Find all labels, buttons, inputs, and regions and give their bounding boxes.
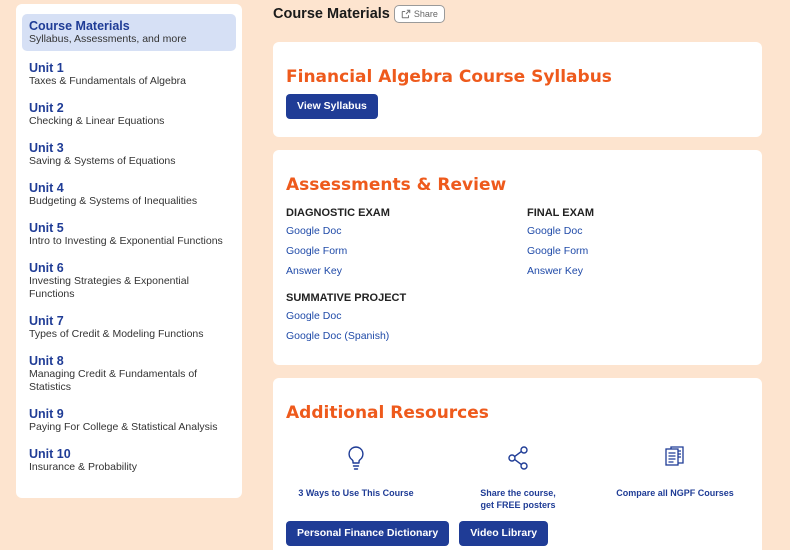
sidebar-item-unit-7[interactable]: Unit 7 Types of Credit & Modeling Functi… [22,311,236,344]
summative-google-doc-spanish-link[interactable]: Google Doc (Spanish) [286,330,406,342]
diagnostic-google-doc-link[interactable]: Google Doc [286,225,390,237]
personal-finance-dictionary-button[interactable]: Personal Finance Dictionary [286,521,450,546]
final-google-form-link[interactable]: Google Form [527,245,594,257]
sidebar-item-unit-5[interactable]: Unit 5 Intro to Investing & Exponential … [22,218,236,251]
sidebar-item-title: Unit 2 [29,101,64,115]
sidebar-item-title: Unit 4 [29,181,64,195]
assessments-card: Assessments & Review DIAGNOSTIC EXAM Goo… [273,150,762,365]
diagnostic-exam-heading: DIAGNOSTIC EXAM [286,207,390,219]
share-course-label-line2: get FREE posters [480,500,556,510]
sidebar-item-subtitle: Saving & Systems of Equations [29,155,176,167]
sidebar-item-subtitle: Checking & Linear Equations [29,115,165,127]
syllabus-card: Financial Algebra Course Syllabus View S… [273,42,762,137]
sidebar-item-unit-4[interactable]: Unit 4 Budgeting & Systems of Inequaliti… [22,178,236,211]
summative-project-group: SUMMATIVE PROJECT Google Doc Google Doc … [286,292,406,350]
documents-icon [665,446,684,466]
external-link-icon [401,9,411,19]
sidebar-item-title: Unit 10 [29,447,71,461]
final-exam-group: FINAL EXAM Google Doc Google Form Answer… [527,207,594,285]
share-label: Share [413,9,438,19]
assessments-title: Assessments & Review [286,175,507,195]
share-course-link[interactable]: Share the course, get FREE posters [453,445,583,511]
page-header: Course Materials Share [273,3,445,25]
sidebar-item-subtitle: Taxes & Fundamentals of Algebra [29,75,187,87]
sidebar-item-subtitle: Paying For College & Statistical Analysi… [29,421,218,433]
compare-courses-label: Compare all NGPF Courses [616,488,734,498]
sidebar-item-subtitle: Types of Credit & Modeling Functions [29,328,204,340]
sidebar-item-unit-9[interactable]: Unit 9 Paying For College & Statistical … [22,404,236,437]
sidebar-item-subtitle: Insurance & Probability [29,461,137,473]
sidebar-item-title: Unit 8 [29,354,64,368]
share-button[interactable]: Share [393,5,445,23]
sidebar-item-title: Course Materials [29,19,130,33]
syllabus-title: Financial Algebra Course Syllabus [286,67,612,87]
sidebar-item-subtitle: Budgeting & Systems of Inequalities [29,195,198,207]
sidebar-item-title: Unit 5 [29,221,64,235]
diagnostic-google-form-link[interactable]: Google Form [286,245,390,257]
lightbulb-icon [348,446,364,470]
sidebar-item-subtitle: Managing Credit & Fundamentals of Statis… [29,368,198,393]
sidebar-item-unit-8[interactable]: Unit 8 Managing Credit & Fundamentals of… [22,351,236,397]
sidebar-item-unit-10[interactable]: Unit 10 Insurance & Probability [22,444,236,477]
sidebar-item-subtitle: Investing Strategies & Exponential Funct… [29,275,189,300]
ways-to-use-label: 3 Ways to Use This Course [298,488,414,498]
ways-to-use-course-link[interactable]: 3 Ways to Use This Course [286,445,426,499]
final-google-doc-link[interactable]: Google Doc [527,225,594,237]
sidebar-item-title: Unit 1 [29,61,64,75]
diagnostic-exam-group: DIAGNOSTIC EXAM Google Doc Google Form A… [286,207,390,285]
compare-courses-link[interactable]: Compare all NGPF Courses [600,445,750,499]
sidebar-item-title: Unit 3 [29,141,64,155]
sidebar-item-title: Unit 9 [29,407,64,421]
resources-card: Additional Resources 3 Ways to Use This … [273,378,762,550]
sidebar-item-title: Unit 6 [29,261,64,275]
sidebar-item-subtitle: Intro to Investing & Exponential Functio… [29,235,223,247]
final-exam-heading: FINAL EXAM [527,207,595,219]
diagnostic-answer-key-link[interactable]: Answer Key [286,265,390,277]
sidebar-item-subtitle: Syllabus, Assessments, and more [29,33,187,45]
share-icon [508,446,528,470]
sidebar-item-unit-2[interactable]: Unit 2 Checking & Linear Equations [22,98,236,131]
view-syllabus-button[interactable]: View Syllabus [286,94,378,119]
sidebar-item-title: Unit 7 [29,314,64,328]
final-answer-key-link[interactable]: Answer Key [527,265,594,277]
resource-buttons: Personal Finance Dictionary Video Librar… [286,521,549,546]
summative-project-heading: SUMMATIVE PROJECT [286,292,407,304]
resources-title: Additional Resources [286,403,489,423]
video-library-button[interactable]: Video Library [459,521,549,546]
sidebar: Course Materials Syllabus, Assessments, … [16,4,242,498]
sidebar-item-course-materials[interactable]: Course Materials Syllabus, Assessments, … [22,14,236,51]
page-title: Course Materials [273,6,390,22]
sidebar-item-unit-1[interactable]: Unit 1 Taxes & Fundamentals of Algebra [22,58,236,91]
summative-google-doc-link[interactable]: Google Doc [286,310,406,322]
sidebar-item-unit-3[interactable]: Unit 3 Saving & Systems of Equations [22,138,236,171]
share-course-label-line1: Share the course, [480,488,556,498]
sidebar-item-unit-6[interactable]: Unit 6 Investing Strategies & Exponentia… [22,258,236,304]
